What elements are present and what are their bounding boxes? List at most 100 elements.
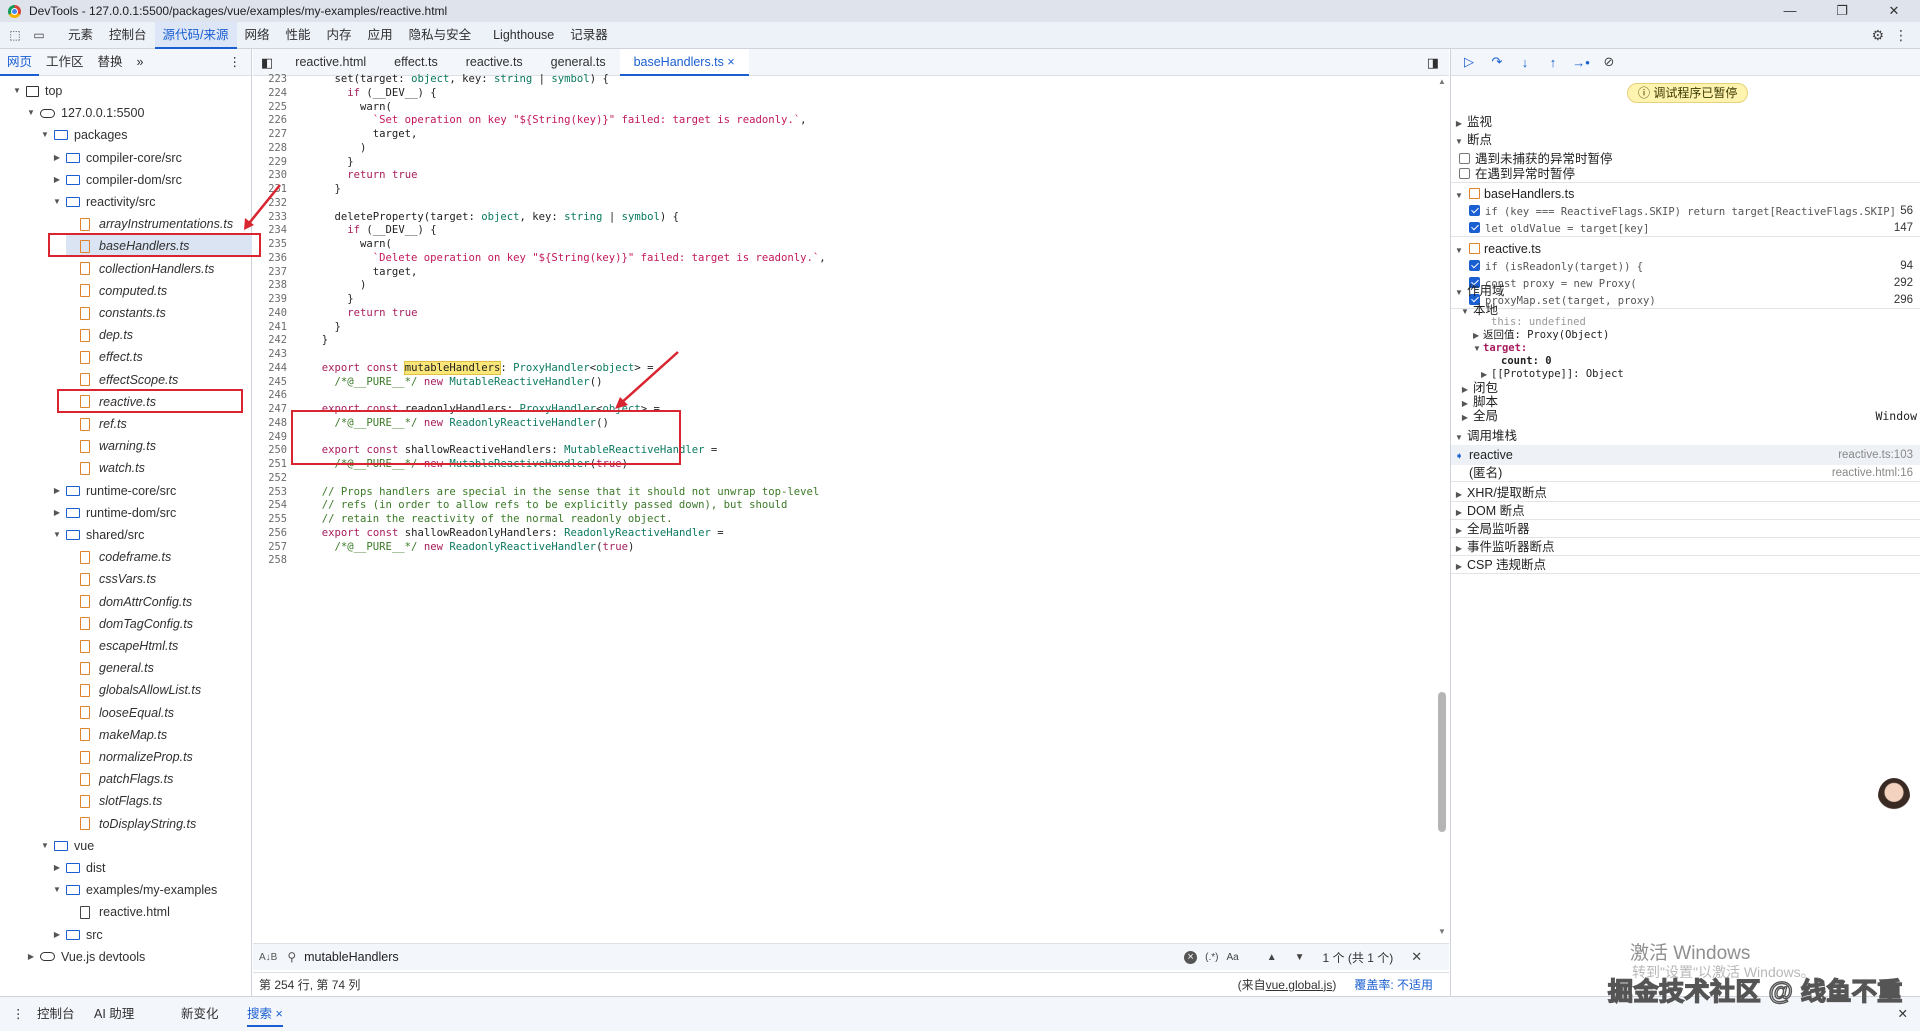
tab-network[interactable]: 网络 xyxy=(237,22,278,49)
drawer-tab-whats-new[interactable]: 新变化 xyxy=(181,997,219,1032)
collapsed-arrow-icon[interactable]: ▶ xyxy=(52,480,62,502)
collapsed-section[interactable]: ▶ 事件监听器断点 xyxy=(1451,537,1920,557)
tree-item[interactable]: domAttrConfig.ts xyxy=(66,591,192,613)
tree-item[interactable]: makeMap.ts xyxy=(66,724,167,746)
nav-more-tabs-icon[interactable]: » xyxy=(130,49,151,76)
drawer-tab-console[interactable]: 控制台 xyxy=(37,997,75,1032)
tab-elements[interactable]: 元素 xyxy=(60,22,101,49)
match-case-toggle[interactable]: Aa xyxy=(1226,952,1238,963)
call-frame-location[interactable]: reactive.html:16 xyxy=(1832,463,1913,483)
collapsed-section[interactable]: ▶ 全局监听器 xyxy=(1451,519,1920,539)
tree-item[interactable]: escapeHtml.ts xyxy=(66,635,178,657)
expanded-arrow-icon[interactable]: ▼ xyxy=(26,102,36,124)
call-frame-location[interactable]: reactive.ts:103 xyxy=(1838,445,1913,465)
tab-recorder[interactable]: 记录器 xyxy=(562,22,616,49)
device-toolbar-icon[interactable]: ▭ xyxy=(30,26,48,44)
nav-tab-overrides[interactable]: 替换 xyxy=(91,49,130,76)
tree-item[interactable]: ▼ packages xyxy=(40,124,127,146)
line-number[interactable]: 254 xyxy=(253,499,287,511)
editor-tab-reactive-ts[interactable]: reactive.ts xyxy=(452,49,537,76)
tree-item[interactable]: patchFlags.ts xyxy=(66,768,173,790)
collapsed-section[interactable]: ▶ CSP 违规断点 xyxy=(1451,555,1920,575)
deactivate-breakpoints-icon[interactable]: ⊘ xyxy=(1595,54,1623,70)
editor-tab-basehandlers-ts[interactable]: baseHandlers.ts × xyxy=(619,48,749,76)
search-input[interactable]: mutableHandlers xyxy=(304,950,1184,964)
scope-script[interactable]: ▶ 脚本 xyxy=(1451,395,1920,409)
breakpoint-checkbox[interactable] xyxy=(1469,222,1480,233)
collapsed-arrow-icon[interactable]: ▶ xyxy=(26,946,36,968)
tree-item[interactable]: normalizeProp.ts xyxy=(66,746,193,768)
tab-application[interactable]: 应用 xyxy=(360,22,401,49)
tree-item[interactable]: effect.ts xyxy=(66,346,143,368)
tree-item[interactable]: ▶ runtime-core/src xyxy=(52,480,176,502)
editor-tab-general-ts[interactable]: general.ts xyxy=(537,49,620,76)
collapsed-arrow-icon[interactable]: ▶ xyxy=(52,502,62,524)
next-match-icon[interactable]: ▼ xyxy=(1295,952,1305,963)
regex-toggle[interactable]: (.*) xyxy=(1205,952,1218,963)
tree-item[interactable]: ▼ reactivity/src xyxy=(52,191,155,213)
expanded-arrow-icon[interactable]: ▼ xyxy=(12,80,22,102)
tree-item[interactable]: warning.ts xyxy=(66,435,156,457)
tree-item[interactable]: ▼ vue xyxy=(40,835,94,857)
inspect-element-icon[interactable]: ⬚ xyxy=(6,26,24,44)
line-number[interactable]: 223 xyxy=(253,73,287,85)
tree-item[interactable]: ▶ compiler-core/src xyxy=(52,147,182,169)
call-frame[interactable]: (匿名) reactive.html:16 xyxy=(1451,463,1920,483)
tree-item[interactable]: arrayInstrumentations.ts xyxy=(66,213,233,235)
tree-item[interactable]: watch.ts xyxy=(66,457,145,479)
line-number[interactable]: 227 xyxy=(253,128,287,140)
tree-item[interactable]: ▶ src xyxy=(52,924,103,946)
scope-global[interactable]: ▶ 全局 Window xyxy=(1451,409,1920,423)
scope-section[interactable]: ▼ 作用域 xyxy=(1451,281,1920,301)
toggle-navigator-icon[interactable]: ◧ xyxy=(253,49,281,76)
step-icon[interactable]: →• xyxy=(1567,55,1595,70)
tree-item[interactable]: ▶ runtime-dom/src xyxy=(52,502,176,524)
line-number[interactable]: 224 xyxy=(253,87,287,99)
drawer-tab-search[interactable]: 搜索 × xyxy=(247,1001,283,1027)
scroll-down-icon[interactable]: ▼ xyxy=(1438,927,1446,936)
tree-item[interactable]: constants.ts xyxy=(66,302,166,324)
scope-this[interactable]: this: undefined xyxy=(1451,314,1920,328)
collapsed-arrow-icon[interactable]: ▶ xyxy=(1451,557,1467,577)
line-number[interactable]: 229 xyxy=(253,156,287,168)
nav-tab-workspace[interactable]: 工作区 xyxy=(39,49,91,76)
maximize-button[interactable]: ❐ xyxy=(1816,0,1868,22)
drawer-tab-ai-assistant[interactable]: AI 助理 xyxy=(94,997,134,1032)
close-window-button[interactable]: ✕ xyxy=(1868,0,1920,22)
line-number[interactable]: 225 xyxy=(253,101,287,113)
minimize-button[interactable]: — xyxy=(1764,0,1816,22)
collapsed-arrow-icon[interactable]: ▶ xyxy=(52,924,62,946)
tree-item[interactable]: ▼ 127.0.0.1:5500 xyxy=(26,102,144,124)
tree-item[interactable]: reactive.html xyxy=(66,901,170,923)
scope-return-value[interactable]: ▶ 返回值: Proxy(Object) xyxy=(1451,327,1920,341)
scope-target[interactable]: ▼ target: xyxy=(1451,340,1920,354)
tree-item[interactable]: ▶ compiler-dom/src xyxy=(52,169,182,191)
clear-search-icon[interactable]: × xyxy=(1184,950,1198,964)
scope-prototype[interactable]: ▶ [[Prototype]]: Object xyxy=(1451,366,1920,380)
more-options-icon[interactable]: ⋮ xyxy=(1894,22,1908,49)
tree-item[interactable]: general.ts xyxy=(66,657,154,679)
tab-memory[interactable]: 内存 xyxy=(319,22,360,49)
callstack-section[interactable]: ▼ 调用堆栈 xyxy=(1451,426,1920,446)
toggle-debugger-icon[interactable]: ◨ xyxy=(1417,49,1449,76)
tree-item[interactable]: ▼ examples/my-examples xyxy=(52,879,217,901)
line-number[interactable]: 257 xyxy=(253,541,287,553)
previous-match-icon[interactable]: ▲ xyxy=(1267,952,1277,963)
tree-item[interactable]: ref.ts xyxy=(66,413,127,435)
step-over-icon[interactable]: ↷ xyxy=(1483,54,1511,70)
scope-count[interactable]: count: 0 xyxy=(1451,353,1920,367)
breakpoint-checkbox[interactable] xyxy=(1469,260,1480,271)
tab-lighthouse[interactable]: Lighthouse xyxy=(485,22,562,49)
line-number[interactable]: 251 xyxy=(253,458,287,470)
line-number[interactable]: 253 xyxy=(253,486,287,498)
call-frame[interactable]: ➧ reactive reactive.ts:103 xyxy=(1451,445,1920,465)
collapsed-section[interactable]: ▶ DOM 断点 xyxy=(1451,501,1920,521)
nav-menu-icon[interactable]: ⋮ xyxy=(222,49,252,76)
collapsed-arrow-icon[interactable]: ▶ xyxy=(52,147,62,169)
breakpoint-item[interactable]: let oldValue = target[key] 147 xyxy=(1451,218,1920,238)
editor-scrollbar[interactable]: ▲ ▼ xyxy=(1438,77,1446,936)
line-number[interactable]: 258 xyxy=(253,554,287,566)
collapsed-arrow-icon[interactable]: ▶ xyxy=(52,857,62,879)
source-map-link[interactable]: vue.global.js xyxy=(1266,978,1333,992)
tree-item[interactable]: computed.ts xyxy=(66,280,167,302)
